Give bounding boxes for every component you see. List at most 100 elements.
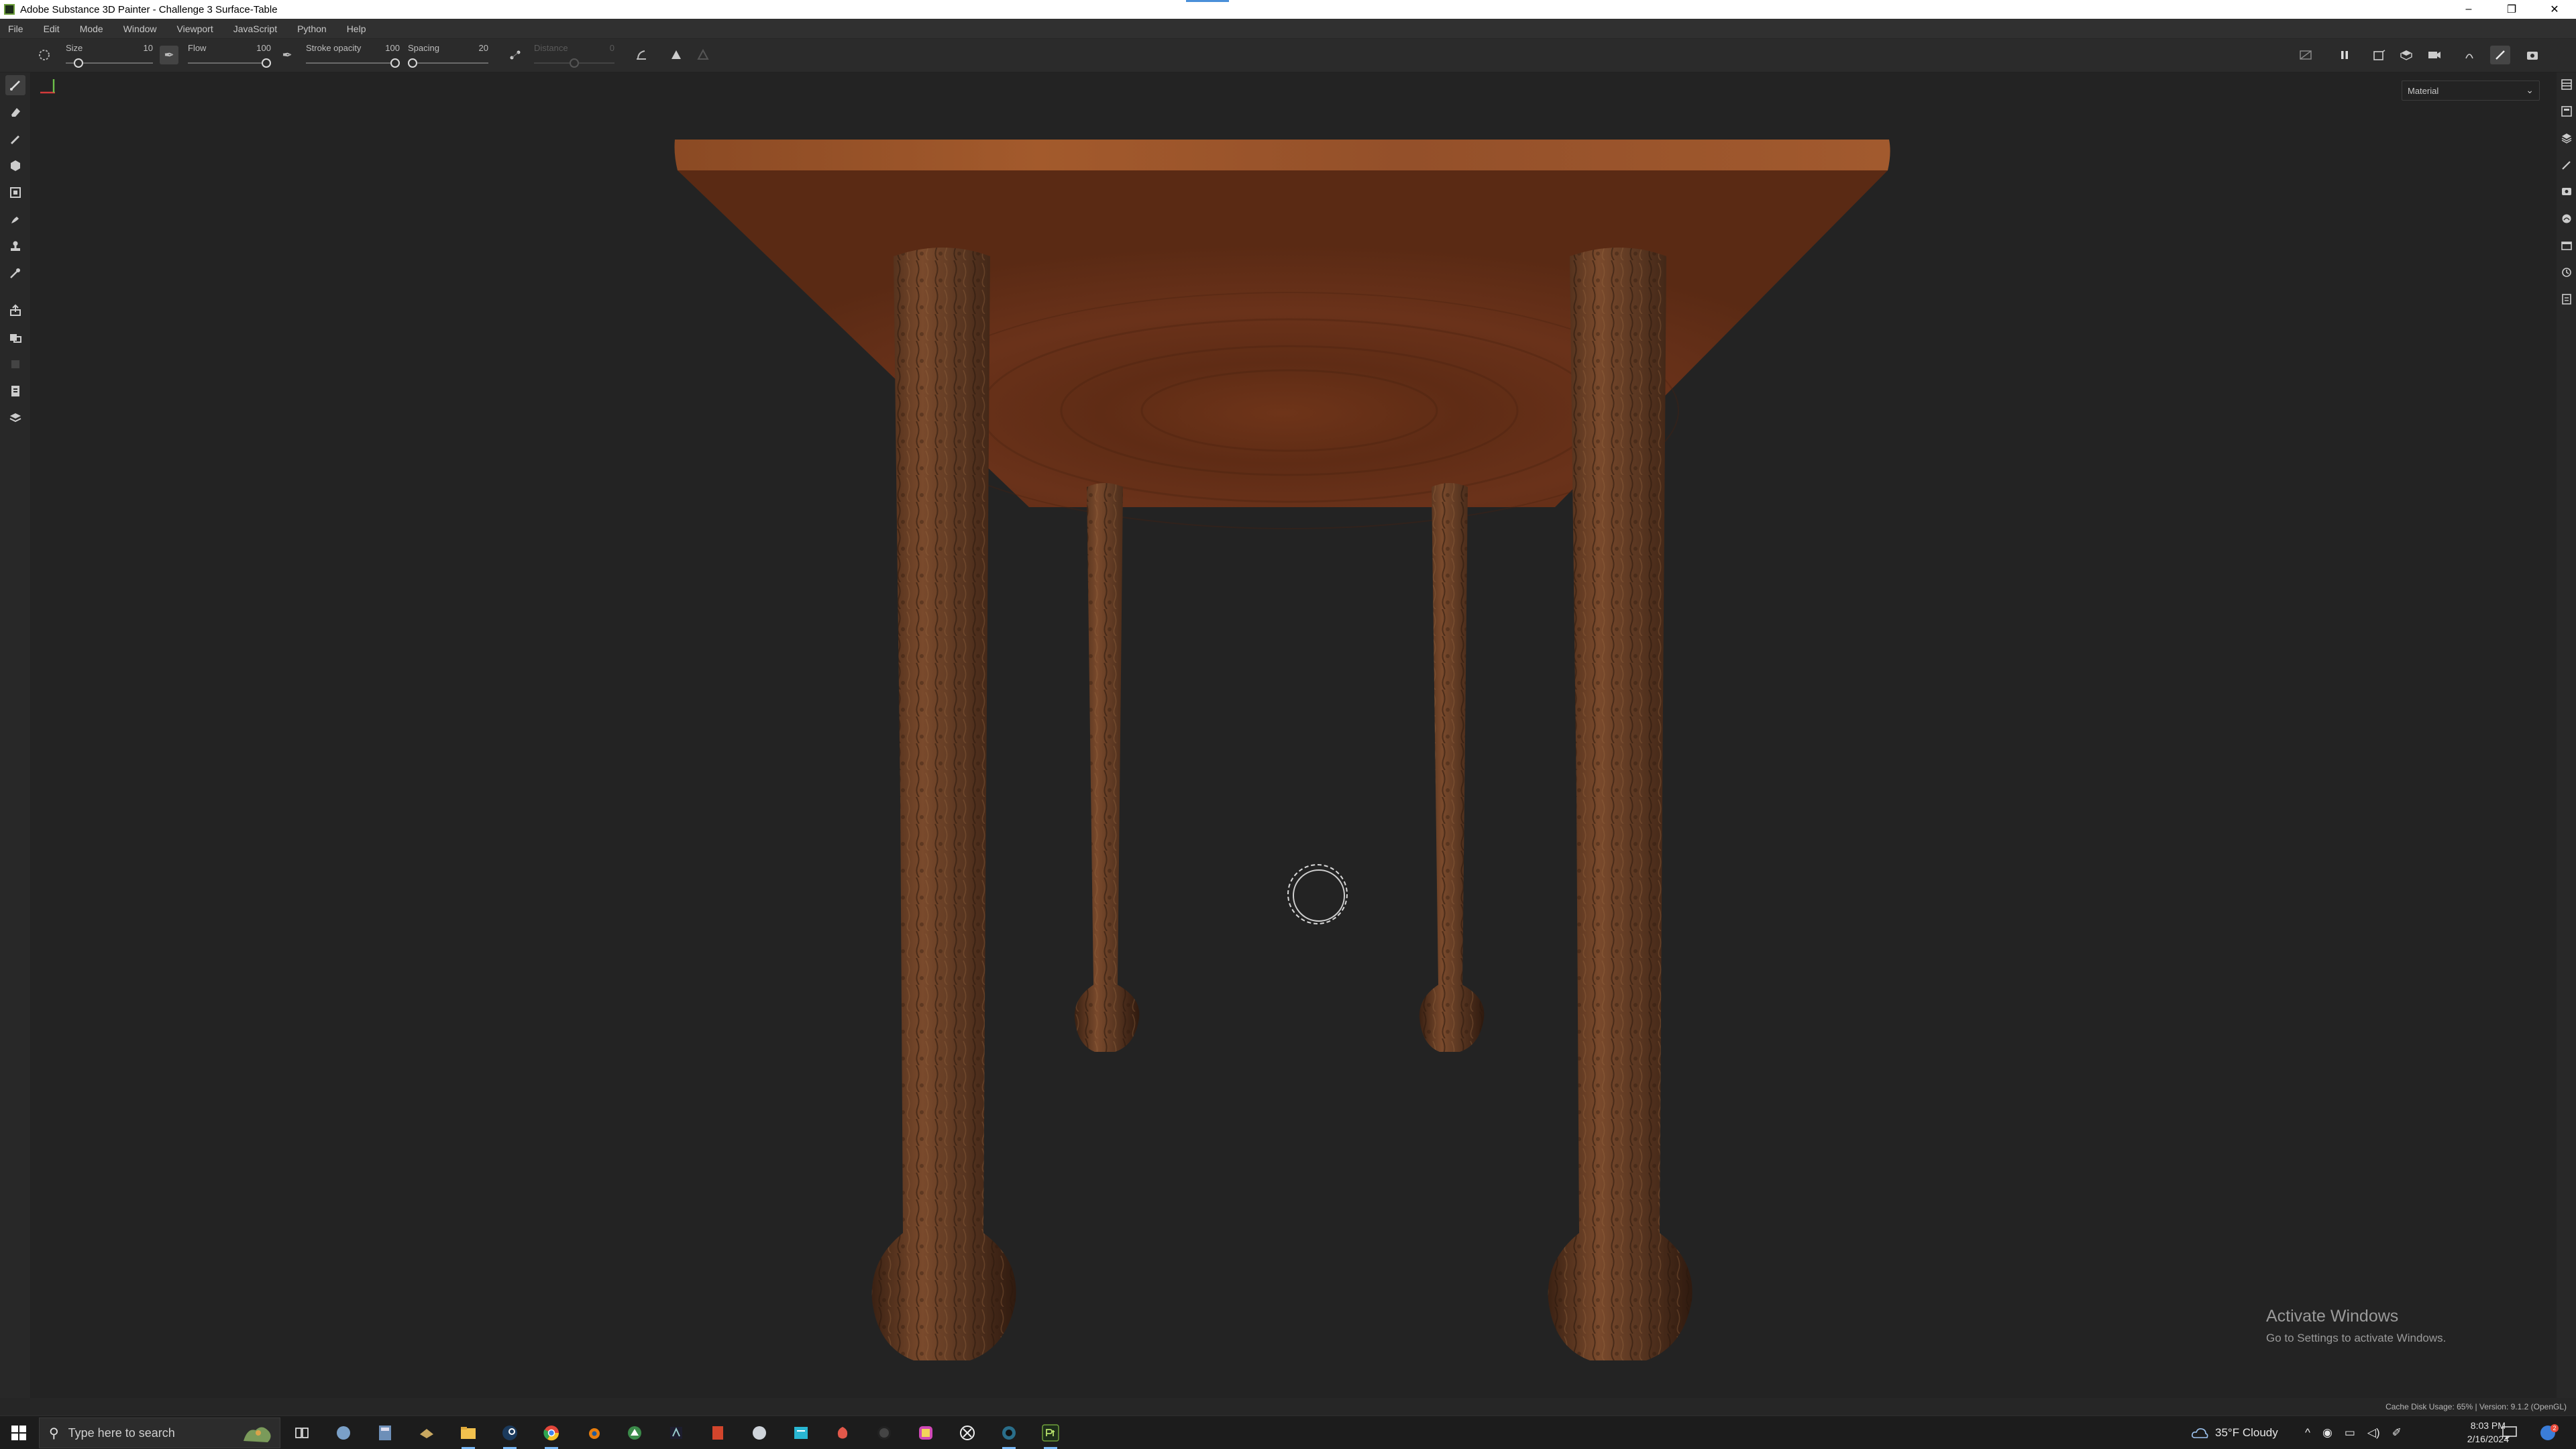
polygon-fill-icon[interactable]	[5, 182, 25, 203]
tray-chevron-icon[interactable]: ^	[2305, 1426, 2310, 1440]
volume-icon[interactable]: ◁)	[2367, 1426, 2380, 1440]
3d-viewport[interactable]: Material ⌄ Activate Windows Go to Settin…	[31, 72, 2556, 1398]
projection-icon[interactable]	[5, 129, 25, 149]
taskbar-app-3-icon[interactable]	[413, 1419, 440, 1446]
size-handle[interactable]	[74, 58, 83, 68]
menu-mode[interactable]: Mode	[80, 23, 103, 34]
app-logo-icon	[4, 4, 15, 15]
blender-icon[interactable]	[580, 1419, 606, 1446]
distance-label: Distance	[534, 43, 568, 53]
minimize-button[interactable]: –	[2447, 0, 2490, 19]
task-view-icon[interactable]	[288, 1419, 315, 1446]
news-widget-icon[interactable]: 2	[2538, 1416, 2559, 1449]
notification-center-icon[interactable]	[2502, 1416, 2517, 1449]
stroke-opacity-value[interactable]: 100	[385, 43, 400, 53]
eraser-icon[interactable]	[5, 102, 25, 122]
brush-preset-icon[interactable]	[35, 46, 54, 64]
texture-set-list-icon[interactable]	[2559, 75, 2574, 94]
display-settings-panel-icon[interactable]	[2559, 182, 2574, 201]
chrome-icon[interactable]	[538, 1419, 565, 1449]
history-icon[interactable]	[2559, 263, 2574, 282]
spacing-value[interactable]: 20	[479, 43, 488, 53]
bake-icon[interactable]	[5, 301, 25, 321]
taskbar-app-1-icon[interactable]	[330, 1419, 357, 1446]
smudge-icon[interactable]	[5, 209, 25, 229]
back-leg-left	[1074, 483, 1140, 1052]
tray-icons: ^ ◉ ▭ ◁) ✐	[2305, 1416, 2414, 1449]
symmetry-view-icon[interactable]	[2459, 46, 2479, 64]
substance-painter-icon[interactable]	[1037, 1419, 1064, 1449]
search-placeholder: Type here to search	[68, 1426, 175, 1440]
stroke-opacity-track	[306, 62, 400, 64]
spacing-track	[408, 62, 488, 64]
texture-set-icon[interactable]	[5, 327, 25, 347]
log-icon[interactable]	[2559, 290, 2574, 309]
close-button[interactable]: ✕	[2533, 0, 2576, 19]
stroke-opacity-slider[interactable]: Stroke opacity 100	[306, 43, 400, 70]
disable-viewport-icon[interactable]	[2296, 46, 2316, 64]
shelf-icon[interactable]	[5, 408, 25, 428]
shader-settings-icon[interactable]	[2559, 209, 2574, 228]
clone-stamp-icon[interactable]	[5, 236, 25, 256]
menu-edit[interactable]: Edit	[44, 23, 60, 34]
xbox-icon[interactable]	[954, 1419, 981, 1446]
menu-window[interactable]: Window	[123, 23, 157, 34]
file-explorer-icon[interactable]	[455, 1419, 482, 1449]
app-window: Adobe Substance 3D Painter - Challenge 3…	[0, 0, 2576, 1449]
taskbar-app-11-icon[interactable]	[704, 1419, 731, 1446]
menu-viewport[interactable]: Viewport	[177, 23, 213, 34]
tray-app-icon[interactable]: ◉	[2322, 1426, 2332, 1440]
taskbar-app-16-icon[interactable]	[912, 1419, 939, 1446]
weather-widget[interactable]: 35°F Cloudy	[2191, 1416, 2278, 1449]
flow-value[interactable]: 100	[256, 43, 271, 53]
paint-brush-icon[interactable]	[5, 75, 25, 95]
taskbar-app-9-icon[interactable]	[621, 1419, 648, 1446]
color-picker-icon[interactable]	[5, 263, 25, 283]
viewport-2d-3d-icon[interactable]	[2369, 46, 2390, 64]
geometry-fill-icon[interactable]	[5, 156, 25, 176]
properties-icon[interactable]	[2559, 156, 2574, 174]
spacing-handle[interactable]	[408, 58, 417, 68]
taskbar-app-10-icon[interactable]	[663, 1419, 690, 1446]
camera-icon[interactable]	[2424, 46, 2445, 64]
steam-icon[interactable]	[496, 1419, 523, 1449]
flow-handle[interactable]	[262, 58, 271, 68]
taskbar-app-18-icon[interactable]	[996, 1419, 1022, 1449]
stroke-opacity-handle[interactable]	[390, 58, 400, 68]
spacing-slider[interactable]: Spacing 20	[408, 43, 488, 70]
taskbar-app-14-icon[interactable]	[829, 1419, 856, 1446]
lazy-mouse-icon[interactable]	[506, 46, 525, 64]
export-icon[interactable]	[5, 381, 25, 401]
assets-icon[interactable]	[2559, 236, 2574, 255]
pen-workspace-icon[interactable]: ✐	[2392, 1426, 2402, 1440]
taskbar-app-12-icon[interactable]	[746, 1419, 773, 1446]
channel-dropdown[interactable]: Material ⌄	[2402, 80, 2540, 101]
display-settings-icon[interactable]	[2396, 46, 2416, 64]
taskbar-search[interactable]: ⚲ Type here to search	[39, 1417, 280, 1448]
pen-pressure-flow-icon[interactable]: ✒	[278, 46, 297, 64]
flow-slider[interactable]: Flow 100	[188, 43, 271, 70]
layers-icon[interactable]	[2559, 129, 2574, 148]
back-leg-right	[1419, 483, 1485, 1052]
menu-python[interactable]: Python	[297, 23, 327, 34]
activate-title: Activate Windows	[2266, 1307, 2399, 1326]
menu-javascript[interactable]: JavaScript	[233, 23, 277, 34]
symmetry-icon[interactable]	[667, 46, 686, 64]
menu-file[interactable]: File	[8, 23, 23, 34]
network-icon[interactable]: ▭	[2345, 1426, 2355, 1440]
pause-render-icon[interactable]	[2334, 46, 2355, 64]
pen-pressure-icon[interactable]: ✒	[160, 46, 178, 64]
menu-help[interactable]: Help	[347, 23, 366, 34]
screenshot-icon[interactable]	[2522, 46, 2542, 64]
calculator-icon[interactable]	[372, 1419, 398, 1446]
size-value[interactable]: 10	[144, 43, 153, 53]
paint-mode-icon[interactable]	[2490, 46, 2510, 64]
windows-logo-icon	[11, 1426, 26, 1440]
maximize-button[interactable]: ❐	[2490, 0, 2533, 19]
taskbar-app-15-icon[interactable]	[871, 1419, 898, 1446]
texture-set-settings-icon[interactable]	[2559, 102, 2574, 121]
taskbar-app-13-icon[interactable]	[788, 1419, 814, 1446]
size-slider[interactable]: Size 10	[66, 43, 153, 70]
windows-start-button[interactable]	[0, 1416, 38, 1449]
alignment-icon[interactable]	[632, 46, 651, 64]
